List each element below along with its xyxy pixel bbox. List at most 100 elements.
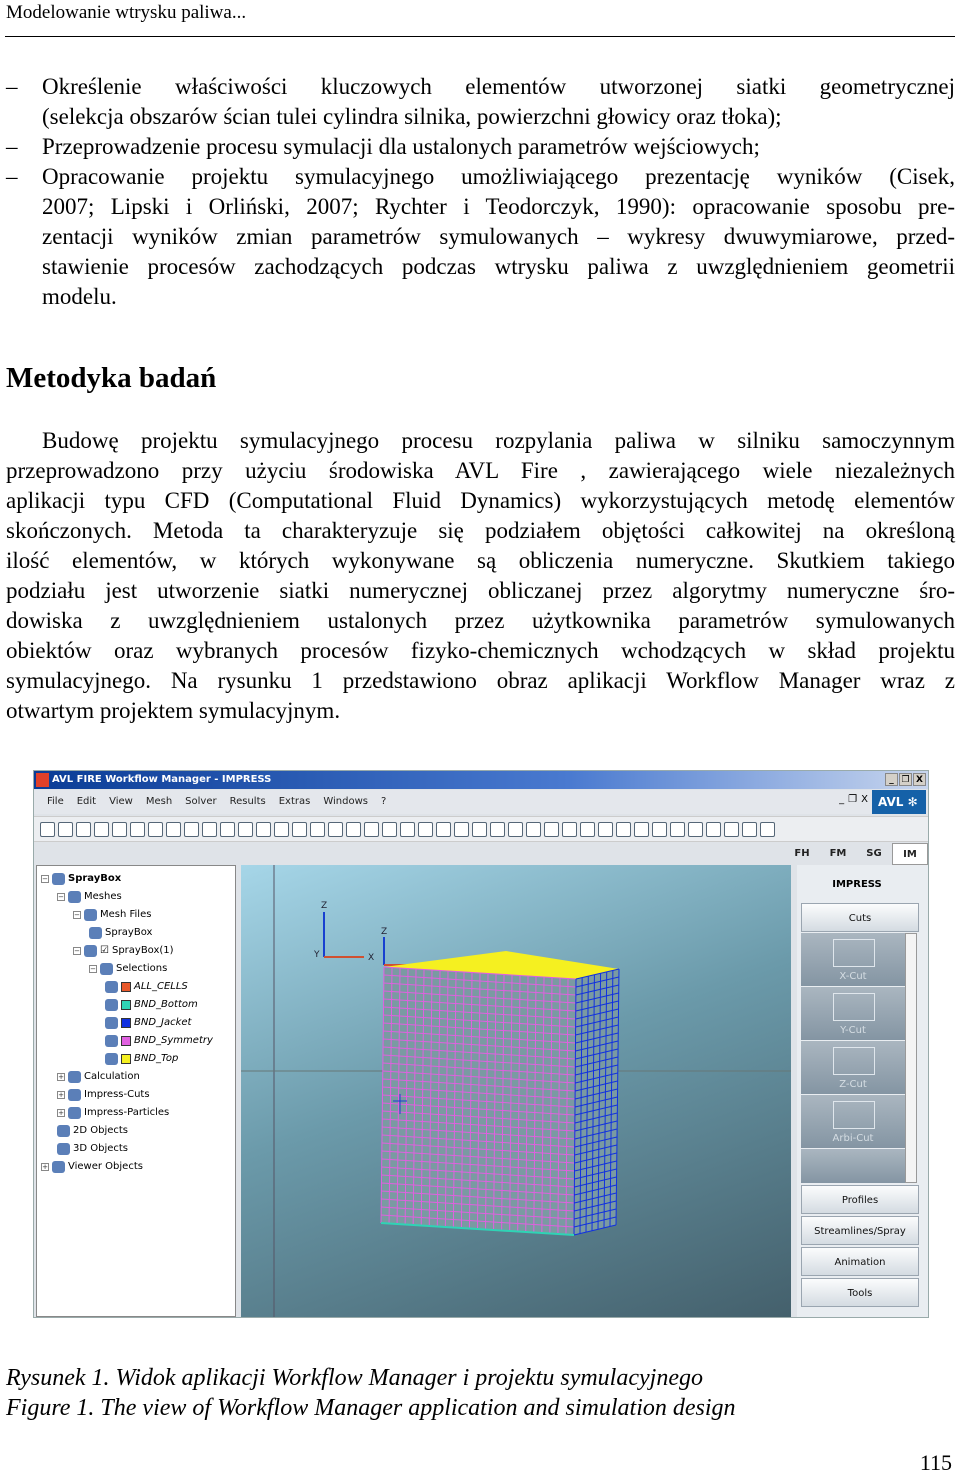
- pick-icon[interactable]: [652, 822, 667, 837]
- edit4-icon[interactable]: [742, 822, 757, 837]
- expand-icon[interactable]: +: [57, 1109, 65, 1117]
- expand-icon[interactable]: +: [57, 1091, 65, 1099]
- edit2-icon[interactable]: [706, 822, 721, 837]
- tree-item[interactable]: + Calculation: [57, 1070, 140, 1084]
- menu-view[interactable]: View: [109, 790, 133, 814]
- view9-icon[interactable]: [580, 822, 595, 837]
- edit3-icon[interactable]: [724, 822, 739, 837]
- mdi-minimize-button[interactable]: _: [839, 794, 844, 805]
- open-icon[interactable]: [58, 822, 73, 837]
- tree-item[interactable]: + Impress-Particles: [57, 1106, 169, 1120]
- tree-item[interactable]: BND_Jacket: [105, 1016, 191, 1030]
- view8-icon[interactable]: [562, 822, 577, 837]
- menu-file[interactable]: File: [47, 790, 64, 814]
- axis-icon[interactable]: [418, 822, 433, 837]
- panel-button-profiles[interactable]: Profiles: [801, 1185, 919, 1214]
- cut-item-y-cut[interactable]: Y-Cut: [801, 987, 905, 1040]
- tree-item[interactable]: BND_Symmetry: [105, 1034, 213, 1048]
- view4-icon[interactable]: [490, 822, 505, 837]
- load-icon[interactable]: [148, 822, 163, 837]
- sphere-icon[interactable]: [634, 822, 649, 837]
- box-icon[interactable]: [310, 822, 325, 837]
- menu-windows[interactable]: Windows: [323, 790, 368, 814]
- cuts-button[interactable]: Cuts: [801, 903, 919, 932]
- tree-item[interactable]: − Selections: [89, 962, 167, 976]
- rotate-icon[interactable]: [400, 822, 415, 837]
- cut-item-more[interactable]: [801, 1149, 905, 1183]
- menu-mesh[interactable]: Mesh: [146, 790, 172, 814]
- reload-icon[interactable]: [166, 822, 181, 837]
- panel-button-streamlines-spray[interactable]: Streamlines/Spray: [801, 1216, 919, 1245]
- close-button[interactable]: X: [913, 773, 926, 786]
- edit5-icon[interactable]: [760, 822, 775, 837]
- mdi-restore-button[interactable]: ❐: [848, 794, 857, 805]
- view1-icon[interactable]: [436, 822, 451, 837]
- cuts-scrollbar[interactable]: [905, 933, 917, 1183]
- checkbox[interactable]: ☑: [100, 944, 109, 958]
- tab-sg[interactable]: SG: [856, 843, 892, 865]
- tab-fh[interactable]: FH: [784, 843, 820, 865]
- print-icon[interactable]: [94, 822, 109, 837]
- tree-item[interactable]: 2D Objects: [57, 1124, 128, 1138]
- view3-icon[interactable]: [472, 822, 487, 837]
- tab-im[interactable]: IM: [892, 843, 928, 865]
- collapse-icon[interactable]: −: [57, 893, 65, 901]
- tree-item[interactable]: + Viewer Objects: [41, 1160, 143, 1174]
- mdi-close-button[interactable]: X: [861, 794, 868, 805]
- collapse-icon[interactable]: −: [73, 911, 81, 919]
- copy-icon[interactable]: [184, 822, 199, 837]
- view2-icon[interactable]: [454, 822, 469, 837]
- tree-item[interactable]: BND_Top: [105, 1052, 178, 1066]
- undo-icon[interactable]: [274, 822, 289, 837]
- menu-help[interactable]: ?: [381, 790, 386, 814]
- tree-item[interactable]: + Impress-Cuts: [57, 1088, 150, 1102]
- paste-icon[interactable]: [220, 822, 235, 837]
- cut-icon[interactable]: [202, 822, 217, 837]
- tree-item[interactable]: ALL_CELLS: [105, 980, 188, 994]
- collapse-icon[interactable]: −: [89, 965, 97, 973]
- edit1-icon[interactable]: [688, 822, 703, 837]
- collapse-icon[interactable]: −: [73, 947, 81, 955]
- tree-item[interactable]: SprayBox: [89, 926, 152, 940]
- redo-icon[interactable]: [292, 822, 307, 837]
- fill-icon[interactable]: [346, 822, 361, 837]
- minimize-button[interactable]: _: [885, 773, 898, 786]
- lines-icon[interactable]: [598, 822, 613, 837]
- view5-icon[interactable]: [508, 822, 523, 837]
- view7-icon[interactable]: [544, 822, 559, 837]
- menu-solver[interactable]: Solver: [185, 790, 216, 814]
- tab-fm[interactable]: FM: [820, 843, 856, 865]
- properties-icon[interactable]: [256, 822, 271, 837]
- solid-icon[interactable]: [616, 822, 631, 837]
- tree-item[interactable]: − ☑ SprayBox(1): [73, 944, 174, 958]
- box2-icon[interactable]: [328, 822, 343, 837]
- new-icon[interactable]: [40, 822, 55, 837]
- export-icon[interactable]: [130, 822, 145, 837]
- collapse-icon[interactable]: −: [41, 875, 49, 883]
- delete-icon[interactable]: [238, 822, 253, 837]
- save-icon[interactable]: [76, 822, 91, 837]
- menu-results[interactable]: Results: [230, 790, 266, 814]
- tree-item[interactable]: − Mesh Files: [73, 908, 151, 922]
- view6-icon[interactable]: [526, 822, 541, 837]
- cut-item-z-cut[interactable]: Z-Cut: [801, 1041, 905, 1094]
- expand-icon[interactable]: +: [57, 1073, 65, 1081]
- zoom-icon[interactable]: [382, 822, 397, 837]
- expand-icon[interactable]: +: [41, 1163, 49, 1171]
- tree-item[interactable]: − Meshes: [57, 890, 122, 904]
- tree-node-icon: [57, 1143, 70, 1155]
- cut-item-arbi-cut[interactable]: Arbi-Cut: [801, 1095, 905, 1148]
- import-icon[interactable]: [112, 822, 127, 837]
- shade-icon[interactable]: [364, 822, 379, 837]
- 3d-viewport[interactable]: Z X Y Z: [241, 865, 791, 1317]
- tree-item[interactable]: − SprayBox: [41, 872, 121, 886]
- panel-button-tools[interactable]: Tools: [801, 1278, 919, 1307]
- tree-item[interactable]: BND_Bottom: [105, 998, 198, 1012]
- x-icon[interactable]: [670, 822, 685, 837]
- menu-extras[interactable]: Extras: [279, 790, 311, 814]
- menu-edit[interactable]: Edit: [77, 790, 96, 814]
- panel-button-animation[interactable]: Animation: [801, 1247, 919, 1276]
- tree-item[interactable]: 3D Objects: [57, 1142, 128, 1156]
- cut-item-x-cut[interactable]: X-Cut: [801, 933, 905, 986]
- restore-button[interactable]: ❐: [899, 773, 912, 786]
